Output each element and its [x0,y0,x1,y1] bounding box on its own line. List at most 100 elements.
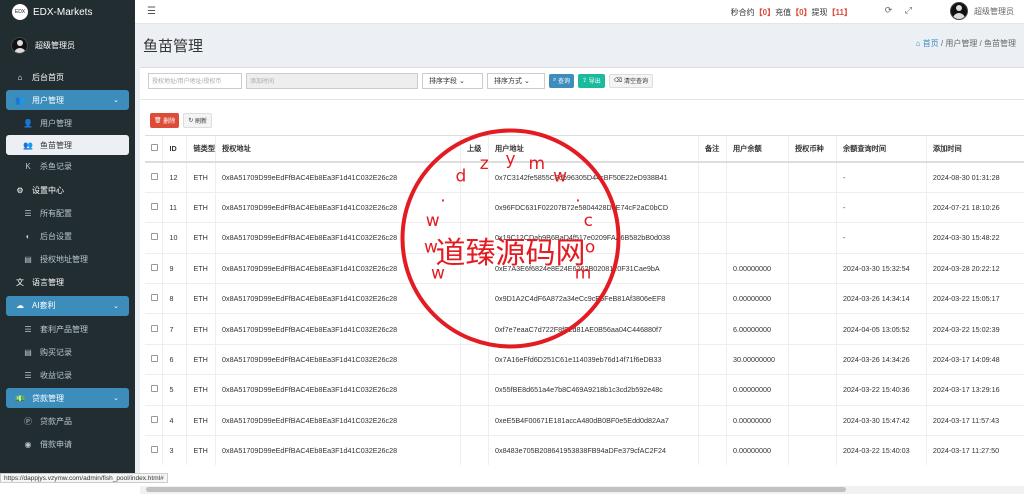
table-cell: 0x8483e705B208641953838FB94aDFe379cfAC2F… [488,435,699,465]
eye-icon: ◉ [24,440,32,450]
sidebar-item[interactable]: Ⓟ 贷款产品 [0,410,135,433]
sidebar-item[interactable]: ☁ AI套利 ⌄ [6,295,129,316]
refresh-button[interactable]: ↻ 刷新 [183,112,213,128]
sort-order-select[interactable]: 排序方式 ⌄ [487,72,545,89]
row-select[interactable] [145,405,164,437]
column-header[interactable]: 余额查询时间 [836,136,927,163]
column-header[interactable]: 上级 [460,136,489,163]
logo-icon: EDX [12,4,28,20]
row-select[interactable] [145,283,164,315]
checkbox[interactable] [151,294,158,302]
adjust-icon: ◐ [25,232,31,242]
chevron-down-icon: ⌄ [113,97,119,105]
sidebar-item[interactable]: ☰ 所有配置 [0,202,135,225]
app-logo[interactable]: EDX EDX-Markets [0,0,135,24]
table-cell: ETH [186,222,217,254]
stat-value[interactable]: 【0】 [791,8,811,17]
row-select[interactable] [145,192,164,224]
column-header[interactable]: 链类型 [186,136,217,163]
top-user[interactable]: 超级管理员 [950,2,1014,20]
sidebar-item[interactable]: 👤 用户管理 [0,112,135,135]
table-cell: ETH [186,283,217,315]
time-range-input[interactable]: 添加时间 [246,72,418,89]
sidebar-item[interactable]: 💵 贷款管理 ⌄ [6,388,129,409]
table-row[interactable]: 4 ETH 0x8A51709D99eEdFfBAC4Eb8Ea3F1d41C032… [145,405,1024,437]
checkbox[interactable] [151,415,158,423]
checkbox[interactable] [151,203,158,211]
delete-button-label: 删除 [163,118,176,125]
column-header[interactable]: 添加时间 [926,136,1024,163]
fish-table: ID链类型授权地址上级用户地址备注用户余额授权币种余额查询时间添加时间添 12E… [145,136,1024,465]
row-select[interactable] [145,162,164,193]
sidebar-item[interactable]: 文语言管理 [0,271,135,294]
table-row[interactable]: 6 ETH 0x8A51709D99eEdFfBAC4Eb8Ea3F1d41C032… [145,344,1024,376]
refresh-icon: ↻ [188,117,194,124]
sidebar-item[interactable]: ⌂ 后台首页 [0,66,135,89]
table-row[interactable]: 10 ETH 0x8A51709D99eEdFfBAC4Eb8Ea3F1d41C03… [145,222,1024,254]
column-header[interactable]: 授权地址 [215,136,462,163]
column-header[interactable]: 用户地址 [488,136,699,163]
checkbox[interactable] [151,324,158,332]
checkbox[interactable] [151,263,158,271]
search-icon: ⌕ [553,77,557,83]
table-cell: 0x19C12CDab9B6BaD4f517e0209FAA6B582bB0d0… [488,222,699,254]
top-stats: 秒合约【0】充值【0】提现【11】 [731,7,852,18]
table-row[interactable]: 11 ETH 0x8A51709D99eEdFfBAC4Eb8Ea3F1d41C03… [145,192,1024,224]
delete-button[interactable]: 🗑 删除 [150,112,180,128]
app-name: EDX-Markets [33,6,93,18]
row-select[interactable] [145,374,164,406]
sidebar-item[interactable]: ▤ 授权地址管理 [0,248,135,271]
row-select[interactable] [145,435,164,465]
column-header[interactable]: 备注 [698,136,727,163]
column-header[interactable]: 授权币种 [788,136,837,163]
menu-toggle-icon[interactable]: ☰ [147,6,156,17]
checkbox[interactable] [151,446,158,454]
scrollbar-thumb[interactable] [146,487,846,492]
table-row[interactable]: 7 ETH 0x8A51709D99eEdFfBAC4Eb8Ea3F1d41C032… [145,313,1024,345]
select-all-checkbox[interactable] [145,136,164,163]
table-cell: 4 [162,405,188,437]
table-row[interactable]: 5 ETH 0x8A51709D99eEdFfBAC4Eb8Ea3F1d41C032… [145,374,1024,406]
fullscreen-icon[interactable]: ⤢ [905,5,912,15]
address-search-input[interactable]: 授权地址/用户地址/授权币 [148,72,242,89]
search-button[interactable]: ⌕ 查询 [549,73,575,88]
column-header[interactable]: 用户余额 [726,136,789,163]
table-cell: 2024-03-17 14:09:48 [926,344,1024,376]
table-row[interactable]: 12 ETH 0x8A51709D99eEdFfBAC4Eb8Ea3F1d41C03… [145,162,1024,193]
language-icon: 文 [16,278,24,288]
sidebar-item[interactable]: ◉ 借款申请 [0,433,135,456]
checkbox[interactable] [151,144,158,151]
row-select[interactable] [145,222,164,254]
stat-value[interactable]: 【0】 [755,8,775,17]
table-row[interactable]: 8 ETH 0x8A51709D99eEdFfBAC4Eb8Ea3F1d41C032… [145,283,1024,315]
sidebar-item-label: 后台首页 [32,73,64,83]
clear-button[interactable]: ⌫ 清空查询 [608,73,653,88]
sidebar-item[interactable]: 👥 鱼苗管理 [6,135,129,156]
sidebar-item[interactable]: ☰ 套利产品管理 [0,318,135,341]
sidebar-item[interactable]: ▤ 购买记录 [0,341,135,364]
column-header[interactable]: ID [162,136,188,163]
table-cell: 0x8A51709D99eEdFfBAC4Eb8Ea3F1d41C032E26c… [215,192,462,224]
stat-value[interactable]: 【11】 [828,8,852,17]
row-select[interactable] [145,344,164,376]
checkbox[interactable] [151,385,158,393]
breadcrumb-home[interactable]: 首页 [923,39,939,48]
refresh-icon[interactable]: ⟳ [885,5,893,15]
checkbox[interactable] [151,233,158,241]
row-select[interactable] [145,253,164,285]
table-row[interactable]: 9 ETH 0x8A51709D99eEdFfBAC4Eb8Ea3F1d41C032… [145,253,1024,285]
row-select[interactable] [145,313,164,345]
sidebar-item[interactable]: ☰ 收益记录 [0,364,135,387]
sidebar-item[interactable]: ⚙ 设置中心 [0,179,135,202]
checkbox[interactable] [151,355,158,363]
sidebar-item[interactable]: ◐ 后台设置 [0,225,135,248]
sidebar-item[interactable]: K 杀鱼记录 [0,155,135,178]
horizontal-scrollbar[interactable] [140,486,1024,494]
checkbox[interactable] [151,172,158,180]
export-button[interactable]: ⇪ 导出 [578,73,605,88]
breadcrumb-item[interactable]: 用户管理 [945,39,977,48]
sidebar-item[interactable]: 👥 用户管理 ⌄ [6,90,129,111]
sort-field-select[interactable]: 排序字段 ⌄ [422,72,483,89]
table-cell: 3 [162,435,188,465]
table-row[interactable]: 3 ETH 0x8A51709D99eEdFfBAC4Eb8Ea3F1d41C032… [145,435,1024,465]
